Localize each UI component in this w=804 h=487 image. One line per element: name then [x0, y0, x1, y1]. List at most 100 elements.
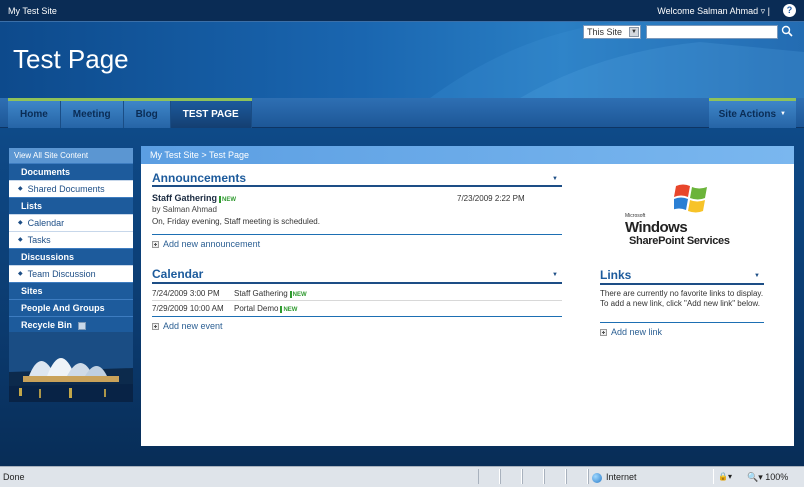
quick-launch-sites[interactable]: Sites [9, 282, 133, 299]
zone-label: Internet [606, 472, 637, 482]
quick-launch-team-discussion[interactable]: ◆ Team Discussion [9, 265, 133, 282]
new-badge: NEW [219, 195, 237, 203]
calendar-event-row: 7/29/2009 10:00 AM Portal Demo NEW [152, 304, 297, 313]
status-pane [544, 469, 566, 484]
nav-tabs: Home Meeting Blog TEST PAGE [8, 98, 252, 128]
chevron-down-icon: ▼ [780, 111, 786, 117]
announcements-title[interactable]: Announcements [152, 171, 246, 185]
announcement-title[interactable]: Staff Gathering [152, 193, 217, 203]
help-icon[interactable]: ? [783, 4, 796, 17]
zoom-level: 100% [765, 472, 789, 482]
add-new-announcement-label: Add new announcement [163, 239, 261, 249]
status-pane [478, 469, 500, 484]
divider [600, 283, 764, 285]
logo-sharepoint-text: SharePoint Services [629, 235, 730, 247]
status-pane [500, 469, 522, 484]
new-badge-label: NEW [222, 197, 237, 203]
announcement-item[interactable]: Staff Gathering NEW [152, 193, 236, 203]
browser-status-bar: Done Internet 🔒▾ 🔍▾ 100% [0, 466, 804, 487]
welcome-menu[interactable]: Welcome Salman Ahmad ▿ | [657, 6, 770, 17]
protected-mode-icon[interactable]: 🔒▾ [718, 472, 732, 481]
webpart-menu-icon[interactable]: ▼ [552, 272, 558, 278]
bullet-icon: ◆ [18, 220, 23, 227]
quick-launch-discussions[interactable]: Discussions [9, 248, 133, 265]
search-scope-value: This Site [587, 27, 623, 37]
page-header: Test Page This Site ▼ [0, 22, 804, 98]
top-bar: My Test Site Welcome Salman Ahmad ▿ | ? [0, 0, 804, 22]
windows-sharepoint-services-logo: Microsoft Windows SharePoint Services [625, 182, 741, 247]
divider [152, 316, 562, 317]
new-marker-icon [219, 195, 222, 203]
site-actions-menu[interactable]: Site Actions ▼ [708, 98, 796, 128]
quick-launch-people-and-groups[interactable]: People And Groups [9, 299, 133, 316]
quick-launch-tasks[interactable]: ◆ Tasks [9, 231, 133, 248]
quick-launch-label: Shared Documents [27, 184, 105, 194]
webpart-menu-icon[interactable]: ▼ [754, 273, 760, 279]
logo-windows-text: Windows [625, 219, 688, 236]
add-icon [152, 241, 159, 249]
calendar-event-title[interactable]: Staff Gathering [234, 289, 288, 298]
quick-launch: View All Site Content Documents ◆ Shared … [9, 148, 133, 333]
quick-launch-lists[interactable]: Lists [9, 197, 133, 214]
calendar-event-date: 7/29/2009 10:00 AM [152, 304, 224, 313]
dropdown-arrow-icon[interactable]: ▼ [629, 27, 639, 37]
divider [152, 282, 562, 284]
search-go-icon[interactable] [781, 25, 794, 38]
tab-meeting[interactable]: Meeting [60, 101, 124, 128]
add-icon [600, 329, 607, 337]
quick-launch-documents[interactable]: Documents [9, 163, 133, 180]
search-scope-select[interactable]: This Site ▼ [583, 25, 641, 39]
calendar-event-date: 7/24/2009 3:00 PM [152, 289, 220, 298]
tab-test-page[interactable]: TEST PAGE [170, 101, 252, 128]
status-pane [566, 469, 588, 484]
divider [152, 234, 562, 235]
add-new-link[interactable]: Add new link [600, 327, 662, 337]
search-input[interactable] [646, 25, 778, 39]
breadcrumb[interactable]: My Test Site > Test Page [141, 146, 794, 164]
site-name-link[interactable]: My Test Site [8, 6, 57, 16]
links-title[interactable]: Links [600, 268, 631, 282]
new-badge-label: NEW [292, 292, 307, 298]
bullet-icon: ◆ [18, 271, 23, 278]
quick-launch-shared-documents[interactable]: ◆ Shared Documents [9, 180, 133, 197]
bullet-icon: ◆ [18, 186, 23, 193]
tab-home[interactable]: Home [8, 101, 61, 128]
main-content: My Test Site > Test Page Announcements ▼… [141, 146, 794, 446]
announcement-date: 7/23/2009 2:22 PM [457, 194, 525, 203]
status-pane [522, 469, 544, 484]
quick-launch-label: Calendar [27, 218, 65, 228]
page-title: Test Page [13, 44, 129, 74]
magnifier-icon: 🔍 [747, 472, 759, 482]
new-badge-label: NEW [283, 307, 298, 313]
security-zone[interactable]: Internet [592, 472, 637, 483]
quick-launch-recycle-bin[interactable]: Recycle Bin [9, 316, 133, 333]
site-actions-label: Site Actions [718, 109, 777, 121]
links-empty-message: There are currently no favorite links to… [600, 289, 764, 308]
add-new-event-link[interactable]: Add new event [152, 321, 223, 331]
webpart-menu-icon[interactable]: ▼ [552, 176, 558, 182]
quick-launch-label: Team Discussion [27, 269, 96, 279]
tab-blog[interactable]: Blog [123, 101, 171, 128]
bullet-icon: ◆ [18, 237, 23, 244]
recycle-bin-icon [78, 321, 87, 330]
calendar-event-title[interactable]: Portal Demo [234, 304, 278, 313]
calendar-event[interactable]: Portal Demo NEW [234, 304, 297, 313]
add-new-event-label: Add new event [163, 321, 223, 331]
windows-flag-icon [674, 184, 707, 213]
view-all-site-content-link[interactable]: View All Site Content [9, 148, 133, 163]
opera-house-image [9, 332, 133, 402]
quick-launch-label: Tasks [27, 235, 51, 245]
add-new-announcement-link[interactable]: Add new announcement [152, 239, 260, 249]
new-marker-icon [289, 290, 292, 298]
zoom-control[interactable]: 🔍▾ 100% [747, 472, 788, 483]
announcement-author: by Salman Ahmad [152, 205, 217, 214]
add-icon [152, 323, 159, 331]
calendar-title[interactable]: Calendar [152, 267, 203, 281]
announcement-body: On, Friday evening, Staff meeting is sch… [152, 217, 320, 226]
calendar-event[interactable]: Staff Gathering NEW [234, 289, 307, 298]
quick-launch-calendar[interactable]: ◆ Calendar [9, 214, 133, 231]
new-badge: NEW [289, 290, 307, 298]
top-navigation: Home Meeting Blog TEST PAGE Site Actions… [0, 98, 804, 128]
globe-icon [592, 472, 602, 483]
calendar-event-row: 7/24/2009 3:00 PM Staff Gathering NEW [152, 289, 307, 298]
